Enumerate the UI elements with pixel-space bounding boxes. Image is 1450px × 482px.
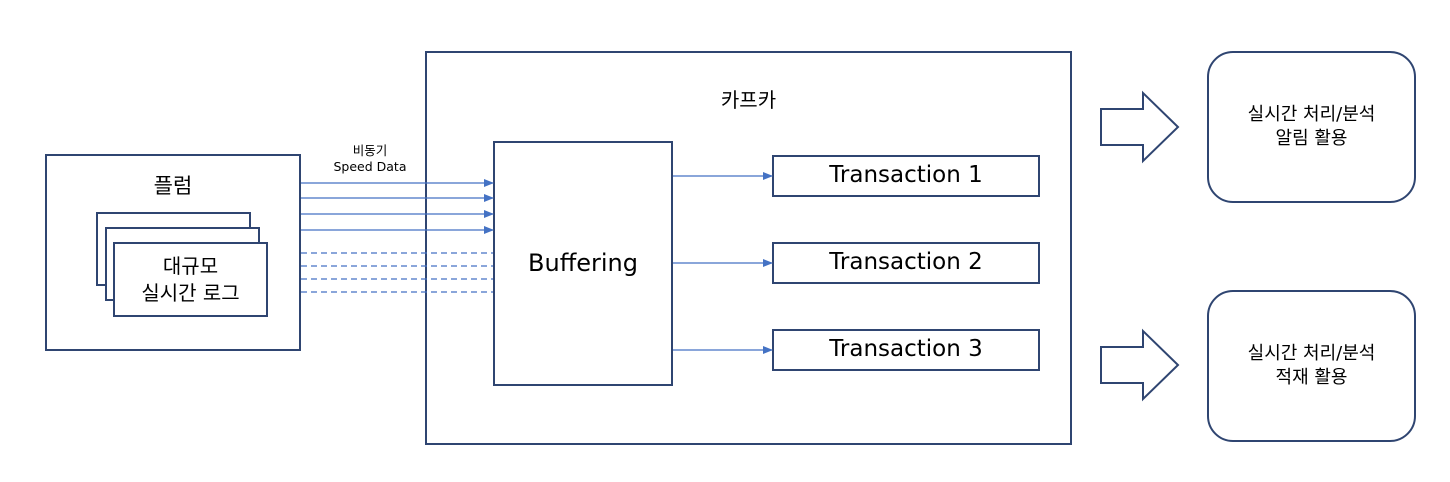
block-arrow-to-alert — [1100, 90, 1180, 164]
connector-layer — [301, 90, 1180, 402]
block-arrow-to-storage — [1100, 328, 1180, 402]
